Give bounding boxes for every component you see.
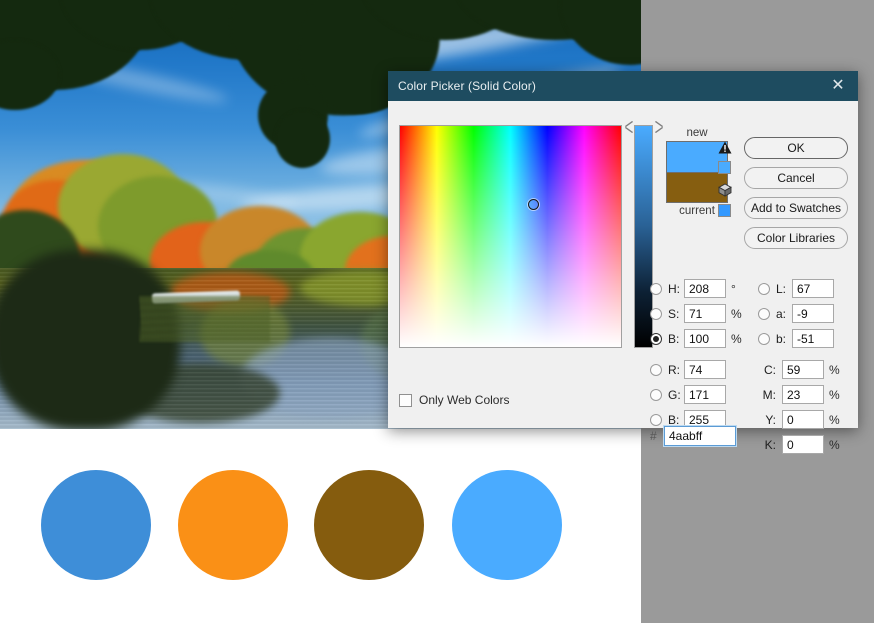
cmyk-field-y: Y: % <box>758 410 845 429</box>
hsb-field-b: B: % <box>650 329 758 348</box>
input-a[interactable] <box>792 304 834 323</box>
field-row-g-m: G: M: % <box>650 382 850 407</box>
cmyk-field-k: K: % <box>758 435 845 454</box>
unit-c: % <box>829 362 840 377</box>
radio-g[interactable] <box>650 388 662 401</box>
label-rgb-b: B: <box>668 412 680 427</box>
color-field[interactable] <box>399 125 622 348</box>
label-lab-b: b: <box>776 331 787 346</box>
label-k: K: <box>764 437 776 452</box>
unit-m: % <box>829 387 840 402</box>
saturation-gradient-layer <box>400 126 621 347</box>
lab-field-b: b: <box>758 329 834 348</box>
brightness-slider-handle-left[interactable] <box>626 122 633 132</box>
rgb-field-g: G: <box>650 385 758 404</box>
unit-h: ° <box>731 281 736 296</box>
dialog-body: Only Web Colors new current OK Cancel Ad… <box>388 101 858 454</box>
only-web-colors-checkbox[interactable]: Only Web Colors <box>399 393 509 407</box>
swatch-circle-3[interactable] <box>314 470 424 580</box>
field-row-h-l: H: ° L: <box>650 276 850 301</box>
radio-l[interactable] <box>758 282 770 295</box>
field-row-r-c: R: C: % <box>650 357 850 382</box>
web-safe-swatch[interactable] <box>718 204 731 217</box>
hex-prefix: # <box>650 429 657 443</box>
dialog-title: Color Picker (Solid Color) <box>398 79 536 93</box>
dialog-titlebar[interactable]: Color Picker (Solid Color) ✕ <box>388 71 858 101</box>
color-field-marker[interactable] <box>528 198 540 210</box>
gamut-warning-swatch[interactable] <box>718 161 731 174</box>
label-s: S: <box>668 306 680 321</box>
input-y[interactable] <box>782 410 824 429</box>
label-l: L: <box>776 281 787 296</box>
hsb-field-h: H: ° <box>650 279 758 298</box>
unit-brightness: % <box>731 331 742 346</box>
cancel-button[interactable]: Cancel <box>744 167 848 189</box>
hex-input[interactable] <box>663 425 737 447</box>
unit-k: % <box>829 437 840 452</box>
cmyk-field-c: C: % <box>758 360 845 379</box>
new-color-label: new <box>686 127 708 139</box>
only-web-colors-label: Only Web Colors <box>419 393 510 407</box>
label-r: R: <box>668 362 680 377</box>
input-g[interactable] <box>684 385 726 404</box>
label-g: G: <box>668 387 681 402</box>
label-y: Y: <box>765 412 776 427</box>
hsb-field-s: S: % <box>650 304 758 323</box>
input-s[interactable] <box>684 304 726 323</box>
gamut-warning-row[interactable] <box>718 141 736 174</box>
field-row-b-b: B: % b: <box>650 326 850 351</box>
dialog-buttons: OK Cancel Add to Swatches Color Librarie… <box>744 137 848 257</box>
add-to-swatches-button[interactable]: Add to Swatches <box>744 197 848 219</box>
radio-a[interactable] <box>758 307 770 320</box>
checkbox-box[interactable] <box>399 393 412 407</box>
cube-icon <box>718 183 732 197</box>
radio-rgb-b[interactable] <box>650 413 662 426</box>
label-brightness: B: <box>668 331 680 346</box>
label-c: C: <box>764 362 776 377</box>
input-brightness[interactable] <box>684 329 726 348</box>
hex-field-row: # <box>650 425 737 447</box>
unit-s: % <box>731 306 742 321</box>
lab-field-l: L: <box>758 279 834 298</box>
color-libraries-button[interactable]: Color Libraries <box>744 227 848 249</box>
cmyk-field-m: M: % <box>758 385 845 404</box>
application-window: Color Picker (Solid Color) ✕ Only Web Co… <box>0 0 874 623</box>
radio-s[interactable] <box>650 307 662 320</box>
input-r[interactable] <box>684 360 726 379</box>
label-a: a: <box>776 306 787 321</box>
input-m[interactable] <box>782 385 824 404</box>
radio-h[interactable] <box>650 282 662 295</box>
field-row-s-a: S: % a: <box>650 301 850 326</box>
swatch-circle-4[interactable] <box>452 470 562 580</box>
reeds <box>140 296 270 342</box>
web-safe-row[interactable] <box>718 183 736 217</box>
unit-y: % <box>829 412 840 427</box>
input-c[interactable] <box>782 360 824 379</box>
rgb-field-r: R: <box>650 360 758 379</box>
close-icon[interactable]: ✕ <box>818 71 858 101</box>
warning-triangle-icon <box>718 141 732 154</box>
swatch-circle-2[interactable] <box>178 470 288 580</box>
input-l[interactable] <box>792 279 834 298</box>
input-k[interactable] <box>782 435 824 454</box>
input-lab-b[interactable] <box>792 329 834 348</box>
radio-brightness[interactable] <box>650 332 662 345</box>
radio-lab-b[interactable] <box>758 332 770 345</box>
color-picker-dialog: Color Picker (Solid Color) ✕ Only Web Co… <box>388 71 858 454</box>
swatch-circle-1[interactable] <box>41 470 151 580</box>
input-h[interactable] <box>684 279 726 298</box>
ok-button[interactable]: OK <box>744 137 848 159</box>
radio-r[interactable] <box>650 363 662 376</box>
gamut-indicators <box>718 141 736 221</box>
lab-field-a: a: <box>758 304 834 323</box>
label-h: H: <box>668 281 680 296</box>
label-m: M: <box>762 387 776 402</box>
